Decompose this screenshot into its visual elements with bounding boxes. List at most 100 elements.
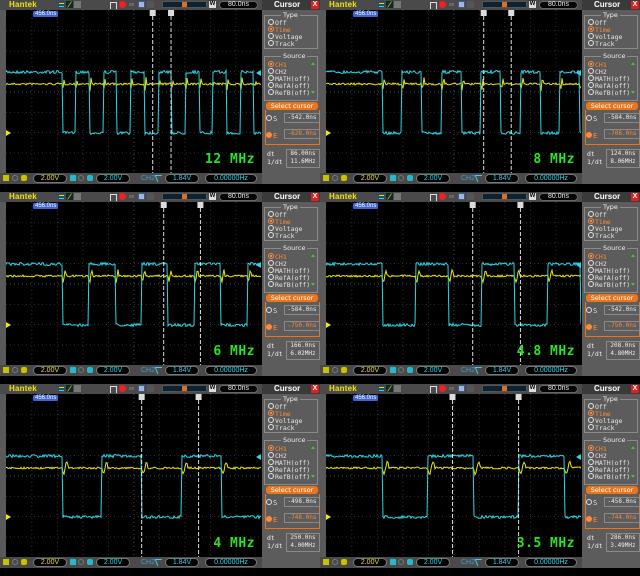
save-icon[interactable]	[458, 385, 465, 392]
ch2-bw-icon[interactable]	[78, 367, 84, 373]
trigger-slope-icon[interactable]	[154, 175, 165, 182]
timebase-readout[interactable]: 80.0ns	[539, 193, 578, 201]
memory-position-slider[interactable]	[162, 1, 207, 8]
run-stop-icon[interactable]	[119, 1, 126, 8]
ch1-volts-div[interactable]: 2.00V	[33, 174, 67, 183]
select-cursor-button[interactable]: Select cursor	[266, 486, 318, 494]
grid-icon[interactable]	[74, 1, 81, 8]
cursor-measure-icon[interactable]	[386, 385, 393, 392]
select-cursor-button[interactable]: Select cursor	[586, 102, 638, 110]
cursor-e-label[interactable]: E	[266, 132, 277, 140]
ch2-volts-div[interactable]: 2.00V	[96, 366, 130, 375]
trigger-slope-icon[interactable]	[154, 367, 165, 374]
cursor-e-label[interactable]: E	[586, 324, 597, 332]
trigger-position-marker[interactable]: 456.0ns	[33, 11, 59, 17]
trigger-level[interactable]: 1.84V	[165, 366, 199, 375]
memory-position-slider[interactable]	[162, 193, 207, 200]
ch2-coupling-icon[interactable]	[390, 367, 396, 373]
waveform-display-icon[interactable]	[378, 385, 385, 392]
waveform-display[interactable]: 456.0ns 4 MHz	[6, 394, 261, 557]
close-icon[interactable]: X	[311, 193, 319, 201]
trigger-position-marker[interactable]: 456.0ns	[353, 203, 379, 209]
ch1-volts-div[interactable]: 2.00V	[33, 558, 67, 567]
window-zoom-button[interactable]: W	[209, 193, 216, 200]
trigger-pulse-icon[interactable]	[430, 2, 437, 9]
type-option-track[interactable]: Track	[588, 232, 615, 240]
select-cursor-button[interactable]: Select cursor	[266, 294, 318, 302]
trigger-position-marker[interactable]: 456.0ns	[33, 203, 59, 209]
ch1-volts-div[interactable]: 2.00V	[33, 366, 67, 375]
ch1-coupling-icon[interactable]	[323, 367, 329, 373]
window-zoom-button[interactable]: W	[209, 385, 216, 392]
timebase-readout[interactable]: 80.0ns	[219, 385, 258, 393]
run-stop-icon[interactable]	[439, 1, 446, 8]
close-icon[interactable]: X	[631, 1, 639, 9]
close-icon[interactable]: X	[631, 385, 639, 393]
close-icon[interactable]: X	[311, 385, 319, 393]
print-icon[interactable]	[147, 193, 154, 200]
select-cursor-button[interactable]: Select cursor	[586, 294, 638, 302]
cursor-s-label[interactable]: S	[266, 307, 277, 315]
ch1-volts-div[interactable]: 2.00V	[353, 366, 387, 375]
cursor-measure-icon[interactable]	[66, 1, 73, 8]
trigger-slope-icon[interactable]	[474, 175, 485, 182]
scroll-up-icon[interactable]	[631, 62, 635, 65]
close-icon[interactable]: X	[631, 193, 639, 201]
ch1-coupling-icon[interactable]	[3, 175, 9, 181]
grid-icon[interactable]	[394, 1, 401, 8]
ch1-bw-icon[interactable]	[332, 175, 338, 181]
cursor-s-label[interactable]: S	[266, 115, 277, 123]
ch1-bw-icon[interactable]	[12, 559, 18, 565]
save-icon[interactable]	[458, 193, 465, 200]
ch1-probe-icon[interactable]	[341, 175, 347, 181]
trigger-pulse-icon[interactable]	[430, 386, 437, 393]
trigger-pulse-icon[interactable]	[110, 2, 117, 9]
run-stop-icon[interactable]	[439, 193, 446, 200]
cursor-measure-icon[interactable]	[66, 385, 73, 392]
waveform-display[interactable]: 456.0ns 8 MHz	[326, 10, 581, 173]
run-stop-icon[interactable]	[119, 193, 126, 200]
cursor-s-label[interactable]: S	[586, 115, 597, 123]
run-stop-icon[interactable]	[439, 385, 446, 392]
scroll-down-icon[interactable]	[311, 91, 315, 94]
ch2-coupling-icon[interactable]	[70, 367, 76, 373]
ch1-coupling-icon[interactable]	[323, 175, 329, 181]
waveform-display-icon[interactable]	[378, 193, 385, 200]
cursor-measure-icon[interactable]	[386, 1, 393, 8]
trigger-pulse-icon[interactable]	[430, 194, 437, 201]
print-icon[interactable]	[467, 1, 474, 8]
ch2-volts-div[interactable]: 2.00V	[416, 174, 450, 183]
ch2-probe-icon[interactable]	[87, 367, 93, 373]
ch2-probe-icon[interactable]	[87, 559, 93, 565]
ch1-probe-icon[interactable]	[341, 367, 347, 373]
cursor-measure-icon[interactable]	[66, 193, 73, 200]
scroll-down-icon[interactable]	[631, 283, 635, 286]
ch2-probe-icon[interactable]	[407, 367, 413, 373]
trigger-position-marker[interactable]: 456.0ns	[353, 11, 379, 17]
memory-window-handle[interactable]	[502, 2, 507, 7]
save-icon[interactable]	[138, 385, 145, 392]
timebase-readout[interactable]: 80.0ns	[219, 193, 258, 201]
ch2-coupling-icon[interactable]	[70, 175, 76, 181]
source-option-refb[interactable]: RefB(off)	[268, 473, 310, 481]
memory-position-slider[interactable]	[162, 385, 207, 392]
memory-position-slider[interactable]	[482, 1, 527, 8]
ch2-volts-div[interactable]: 2.00V	[416, 366, 450, 375]
memory-window-handle[interactable]	[182, 194, 187, 199]
grid-icon[interactable]	[74, 385, 81, 392]
source-option-refb[interactable]: RefB(off)	[268, 281, 310, 289]
scroll-up-icon[interactable]	[311, 62, 315, 65]
memory-window-handle[interactable]	[502, 386, 507, 391]
ch1-coupling-icon[interactable]	[3, 367, 9, 373]
trigger-level[interactable]: 1.84V	[485, 366, 519, 375]
trigger-pulse-icon[interactable]	[110, 194, 117, 201]
trigger-position-marker[interactable]: 456.0ns	[33, 395, 59, 401]
ch1-bw-icon[interactable]	[332, 367, 338, 373]
ch2-bw-icon[interactable]	[398, 367, 404, 373]
save-icon[interactable]	[138, 1, 145, 8]
source-option-refb[interactable]: RefB(off)	[268, 89, 310, 97]
ch2-bw-icon[interactable]	[78, 559, 84, 565]
type-option-track[interactable]: Track	[268, 232, 295, 240]
memory-window-handle[interactable]	[182, 2, 187, 7]
trigger-source[interactable]: CH2	[141, 174, 155, 183]
